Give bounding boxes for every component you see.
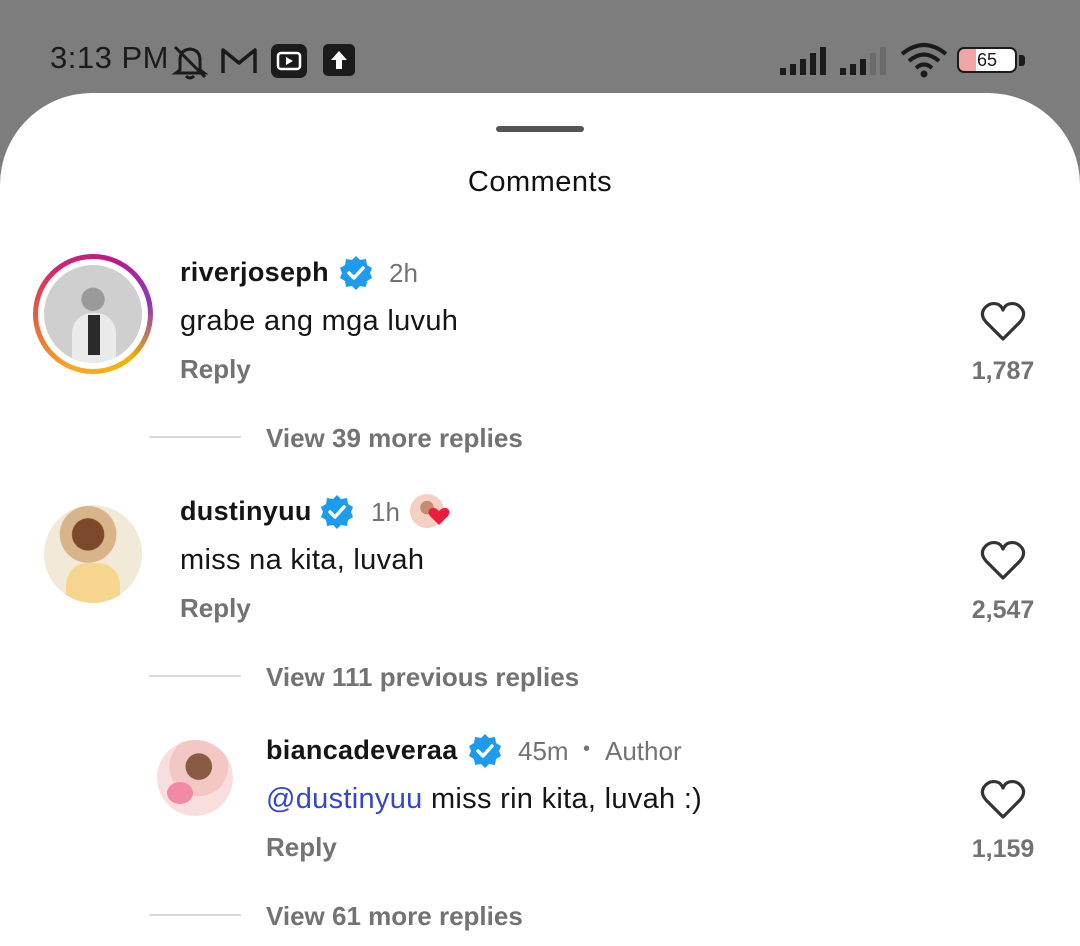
verified-badge-icon <box>340 256 372 290</box>
verified-badge-icon <box>321 495 353 529</box>
author-label: Author <box>605 736 682 766</box>
gmail-icon <box>221 48 257 73</box>
avatar[interactable] <box>33 254 153 374</box>
view-replies-button[interactable]: View 39 more replies <box>266 423 523 454</box>
divider-line <box>149 914 241 916</box>
reply-button[interactable]: Reply <box>266 832 337 863</box>
heart-icon[interactable] <box>980 539 1026 581</box>
like-count: 1,787 <box>971 357 1035 385</box>
signal-icon <box>780 47 826 75</box>
heart-icon[interactable] <box>980 778 1026 820</box>
wifi-icon <box>900 43 948 78</box>
like-count: 1,159 <box>971 835 1035 863</box>
like-count: 2,547 <box>971 596 1035 624</box>
separator-dot: • <box>583 738 591 760</box>
bell-off-icon <box>171 45 209 80</box>
drag-handle[interactable] <box>496 126 584 132</box>
divider-line <box>149 436 241 438</box>
upload-icon <box>323 44 355 76</box>
comment-username[interactable]: biancadeveraa <box>266 735 458 766</box>
comment-text: miss na kita, luvah <box>180 544 425 576</box>
comments-sheet <box>0 93 1080 946</box>
comment-text: @dustinyuu miss rin kita, luvah :) <box>266 783 702 816</box>
signal-icon <box>840 47 886 75</box>
comment-text: grabe ang mga luvuh <box>180 305 459 337</box>
heart-filled-icon <box>428 507 450 525</box>
reply-button[interactable]: Reply <box>180 354 251 385</box>
comment-time: 2h <box>389 258 418 288</box>
divider-line <box>149 675 241 677</box>
comment-body: miss rin kita, luvah :) <box>430 783 703 815</box>
reply-button[interactable]: Reply <box>180 593 251 624</box>
comment-username[interactable]: dustinyuu <box>180 496 312 527</box>
battery-nub <box>1019 55 1025 66</box>
comment-time: 1h <box>371 497 400 527</box>
heart-icon[interactable] <box>980 300 1026 342</box>
video-app-icon <box>271 44 307 78</box>
comment-username[interactable]: riverjoseph <box>180 257 329 288</box>
status-time: 3:13 PM <box>50 40 169 75</box>
mention-link[interactable]: @dustinyuu <box>266 783 423 815</box>
battery-level: 65 <box>976 50 998 70</box>
view-replies-button[interactable]: View 61 more replies <box>266 901 523 932</box>
comment-time: 45m <box>518 736 569 766</box>
view-replies-button[interactable]: View 111 previous replies <box>266 662 579 693</box>
avatar[interactable] <box>44 505 142 603</box>
avatar[interactable] <box>157 740 233 816</box>
verified-badge-icon <box>469 734 501 768</box>
sheet-title: Comments <box>467 166 613 198</box>
